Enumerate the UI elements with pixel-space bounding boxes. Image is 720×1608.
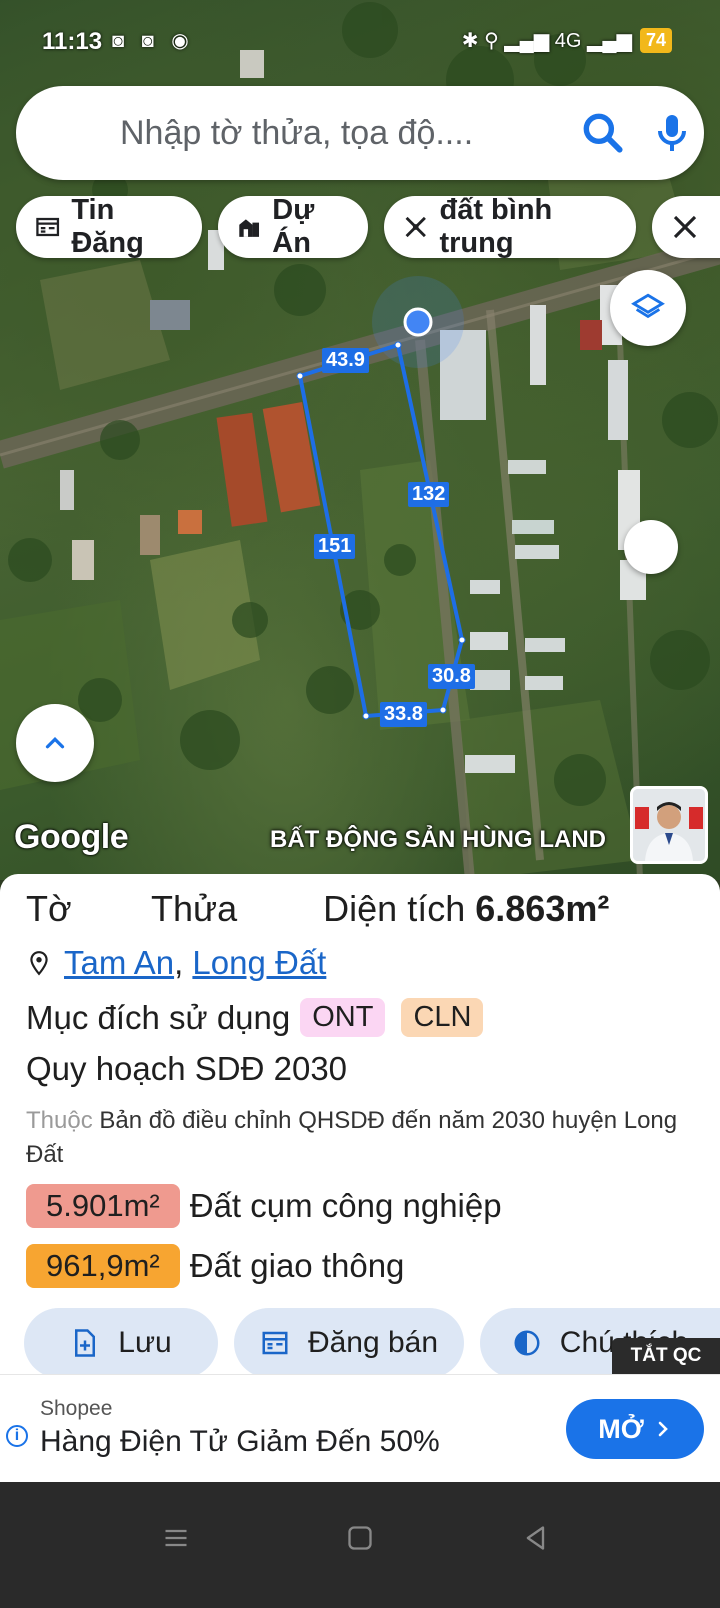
signal-icons: ✱ ⚲ ▂▄▆ 4G ▂▄▆ xyxy=(461,30,632,52)
google-logo: Google xyxy=(14,818,129,856)
zone-label: Đất cụm công nghiệp xyxy=(189,1187,502,1224)
plan-prefix: Thuộc xyxy=(26,1107,93,1134)
ad-info-icon[interactable]: i xyxy=(6,1425,28,1447)
save-label: Lưu xyxy=(118,1326,172,1359)
chip-more[interactable] xyxy=(652,196,720,258)
avatar xyxy=(630,786,708,864)
location-pin-icon xyxy=(30,951,48,976)
chevron-up-icon xyxy=(45,736,65,749)
parcel-title-row: Tờ Thửa Diện tích 6.863m² xyxy=(26,888,609,930)
plot-dimension-right: 132 xyxy=(408,482,450,507)
post-sale-label: Đăng bán xyxy=(307,1326,439,1359)
search-placeholder[interactable]: Nhập tờ thửa, tọa độ.... xyxy=(120,114,473,153)
close-ads-button[interactable]: TẮT QC xyxy=(612,1338,720,1374)
location-district-link[interactable]: Long Đất xyxy=(192,944,326,981)
status-time: 11:13 xyxy=(42,28,103,55)
system-navigation-bar xyxy=(0,1482,720,1608)
chip-dat-binh-trung[interactable]: đất bình trung xyxy=(384,194,636,259)
home-icon[interactable] xyxy=(346,1524,374,1552)
ad-brand: Shopee xyxy=(40,1397,113,1420)
plot-dimension-bottom: 33.8 xyxy=(380,702,427,727)
chip-label: Dự Án xyxy=(272,194,315,259)
save-button[interactable]: Lưu xyxy=(24,1308,218,1378)
to-label: Tờ xyxy=(26,888,72,929)
chevron-right-icon xyxy=(658,1421,668,1437)
expand-up-button[interactable] xyxy=(16,704,94,782)
notification-icons: ◙ ◙ ◉ xyxy=(112,30,195,52)
thua-label: Thửa xyxy=(150,888,238,929)
side-drag-handle[interactable] xyxy=(624,520,678,574)
layers-button[interactable] xyxy=(610,270,686,346)
post-sale-button[interactable]: Đăng bán xyxy=(234,1308,464,1378)
layers-icon xyxy=(631,293,665,319)
purpose-tag-cln: CLN xyxy=(401,998,484,1037)
area-label: Diện tích xyxy=(323,888,466,929)
ad-cta-label: MỞ xyxy=(598,1413,644,1444)
purpose-label: Mục đích sử dụng xyxy=(26,998,291,1036)
person-portrait-icon xyxy=(633,789,705,861)
parcel-info-sheet[interactable]: Tờ Thửa Diện tích 6.863m² Tam An, Long Đ… xyxy=(0,874,720,1416)
location-ward-link[interactable]: Tam An xyxy=(64,944,174,981)
chip-tin-dang[interactable]: Tin Đăng xyxy=(16,194,202,259)
battery-indicator: 74 xyxy=(639,28,672,53)
zone-area-badge: 5.901m² xyxy=(26,1184,180,1228)
satellite-map[interactable]: 43.9 132 151 30.8 33.8 11:13 ◙ ◙ ◉ ✱ ⚲ ▂… xyxy=(0,0,720,880)
zone-area-badge: 961,9m² xyxy=(26,1244,180,1288)
watermark-text: BẤT ĐỘNG SẢN HÙNG LAND xyxy=(270,826,606,853)
mic-icon[interactable] xyxy=(648,106,696,160)
plot-dimension-top: 43.9 xyxy=(322,348,369,373)
status-bar: 11:13 ◙ ◙ ◉ ✱ ⚲ ▂▄▆ 4G ▂▄▆ 74 xyxy=(0,20,720,64)
chip-label: Tin Đăng xyxy=(71,194,144,259)
ad-headline[interactable]: Hàng Điện Tử Giảm Đến 50% xyxy=(40,1425,440,1459)
save-file-icon xyxy=(75,1329,96,1357)
plan-desc-text: Bản đồ điều chỉnh QHSDĐ đến năm 2030 huy… xyxy=(26,1107,678,1168)
area-value: 6.863m² xyxy=(475,888,610,929)
legend-icon xyxy=(514,1330,540,1356)
status-right: ✱ ⚲ ▂▄▆ 4G ▂▄▆ 74 xyxy=(462,28,672,53)
listing-icon xyxy=(36,217,60,237)
zone-label: Đất giao thông xyxy=(189,1247,405,1284)
location-separator: , xyxy=(174,944,184,981)
my-location-dot xyxy=(403,307,433,337)
purpose-tag-ont: ONT xyxy=(300,998,386,1037)
measure-icon xyxy=(405,216,426,238)
chip-label: đất bình trung xyxy=(439,194,553,259)
ad-banner[interactable]: i Shopee Hàng Điện Tử Giảm Đến 50% MỞ xyxy=(0,1374,720,1483)
recent-apps-icon[interactable] xyxy=(162,1524,190,1552)
plan-title: Quy hoạch SDĐ 2030 xyxy=(26,1050,348,1087)
search-bar[interactable]: Nhập tờ thửa, tọa độ.... xyxy=(16,86,704,180)
building-icon xyxy=(239,219,260,237)
ad-open-button[interactable]: MỞ xyxy=(566,1399,704,1459)
zone-row-industrial: 5.901m² Đất cụm công nghiệp xyxy=(26,1184,502,1228)
chip-du-an[interactable]: Dự Án xyxy=(218,194,368,259)
plot-dimension-bottom-right: 30.8 xyxy=(428,664,475,689)
location-row: Tam An, Long Đất xyxy=(26,944,326,982)
search-icon[interactable] xyxy=(578,108,628,158)
plan-description: Thuộc Bản đồ điều chỉnh QHSDĐ đến năm 20… xyxy=(26,1104,696,1172)
measure-icon xyxy=(673,215,697,239)
back-icon[interactable] xyxy=(522,1524,550,1552)
zone-row-traffic: 961,9m² Đất giao thông xyxy=(26,1244,404,1288)
post-sale-icon xyxy=(262,1331,288,1355)
plot-dimension-left: 151 xyxy=(314,534,356,559)
purpose-row: Mục đích sử dụng ONT CLN xyxy=(26,998,484,1037)
